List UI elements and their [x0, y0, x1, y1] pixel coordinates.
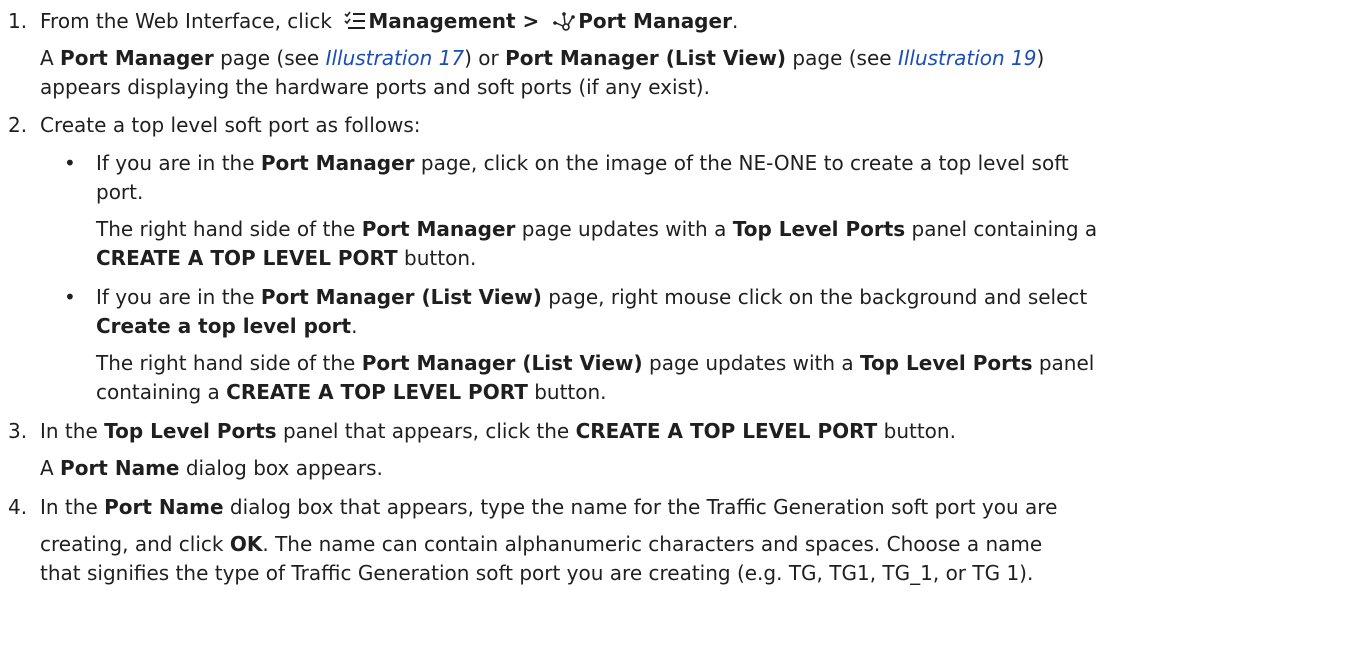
create-top-level-port-label: CREATE A TOP LEVEL PORT	[96, 246, 398, 270]
create-top-level-port-command: Create a top level port	[96, 314, 352, 338]
step-number: 1.	[8, 9, 28, 33]
menu-port-manager: Port Manager	[578, 9, 732, 33]
bullet-1-result-line-2: CREATE A TOP LEVEL PORT button.	[96, 246, 477, 270]
port-manager-icon	[552, 11, 576, 37]
step-3-result: A Port Name dialog box appears.	[40, 456, 383, 480]
step-number: 4.	[8, 495, 28, 519]
step-text: From the Web Interface, click	[40, 9, 339, 33]
illustration-17-link[interactable]: Illustration 17	[326, 46, 465, 70]
bullet-dot: •	[64, 151, 76, 175]
bullet-2-result: The right hand side of the Port Manager …	[96, 351, 1095, 375]
step-number: 3.	[8, 419, 28, 443]
step-4-line-3: that signifies the type of Traffic Gener…	[40, 561, 1034, 585]
bullet-2-text: If you are in the Port Manager (List Vie…	[96, 285, 1088, 309]
illustration-19-link[interactable]: Illustration 19	[898, 46, 1037, 70]
bullet-1-text-line-2: port.	[96, 180, 144, 204]
step-1-result-line-2: appears displaying the hardware ports an…	[40, 75, 710, 99]
step-4-line-2: creating, and click OK. The name can con…	[40, 532, 1043, 556]
menu-management: Management >	[368, 9, 547, 33]
step-number: 2.	[8, 113, 28, 137]
step-1-result: A Port Manager page (see Illustration 17…	[40, 46, 1045, 70]
bullet-1-text: If you are in the Port Manager page, cli…	[96, 151, 1069, 175]
bullet-2-result-line-2: containing a CREATE A TOP LEVEL PORT but…	[96, 380, 607, 404]
create-top-level-port-label: CREATE A TOP LEVEL PORT	[226, 380, 528, 404]
step-text: Create a top level soft port as follows:	[40, 113, 421, 137]
management-menu-icon	[344, 11, 366, 37]
bullet-dot: •	[64, 285, 76, 309]
bullet-1-result: The right hand side of the Port Manager …	[96, 217, 1098, 241]
bullet-2-text-line-2: Create a top level port.	[96, 314, 358, 338]
